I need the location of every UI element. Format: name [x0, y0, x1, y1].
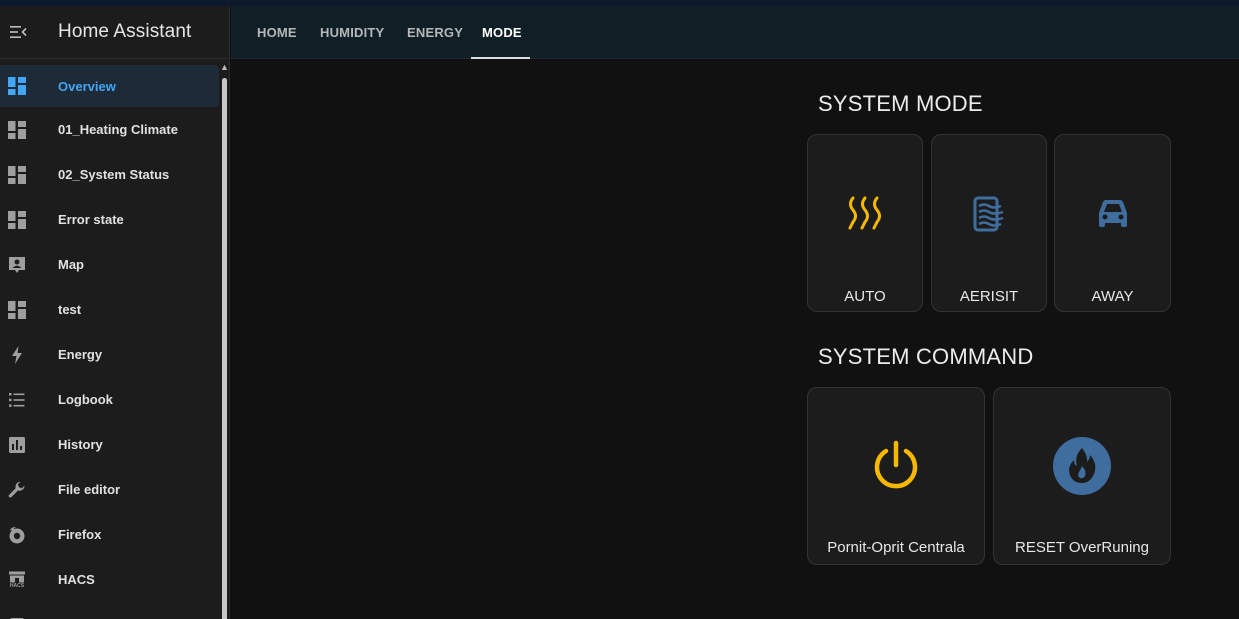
- sidebar-item-label: Map: [58, 257, 84, 272]
- sidebar-item-error-state[interactable]: Error state: [0, 197, 219, 242]
- tab-mode[interactable]: MODE: [482, 6, 522, 59]
- lightning-icon: [7, 345, 27, 365]
- hacs-icon-text: HACS: [9, 582, 25, 589]
- sidebar-item-label: HACS: [58, 572, 95, 587]
- sidebar-item-label: test: [58, 302, 82, 317]
- card-label: AWAY: [1091, 288, 1134, 305]
- sidebar-item-next-partial[interactable]: [0, 602, 219, 619]
- sidebar: Home Assistant Overview 01_Heating Clima…: [0, 6, 230, 619]
- hacs-icon: HACS: [7, 570, 27, 590]
- tab-home[interactable]: HOME: [257, 6, 297, 59]
- chevron-up-icon[interactable]: ▲: [220, 62, 229, 72]
- dashboard-icon: [7, 120, 27, 140]
- dashboard-icon: [7, 76, 27, 96]
- radiator-heat-icon: [848, 196, 881, 230]
- card-label: AERISIT: [959, 288, 1019, 305]
- sidebar-item-01-heating-climate[interactable]: 01_Heating Climate: [0, 107, 219, 152]
- menu-collapse-icon: [10, 26, 27, 38]
- dashboard-icon: [7, 165, 27, 185]
- sidebar-item-test[interactable]: test: [0, 287, 219, 332]
- media-icon: [7, 615, 27, 619]
- sidebar-item-label: Logbook: [58, 392, 113, 407]
- scroll-thumb[interactable]: [222, 78, 227, 619]
- firefox-icon: [7, 525, 27, 545]
- sidebar-item-label: File editor: [58, 482, 121, 497]
- sidebar-item-map[interactable]: Map: [0, 242, 219, 287]
- app-title: Home Assistant: [58, 21, 192, 42]
- list-icon: [7, 390, 27, 410]
- power-icon: [874, 440, 918, 489]
- sidebar-item-energy[interactable]: Energy: [0, 332, 219, 377]
- system-command-title: SYSTEM COMMAND: [818, 344, 1034, 369]
- sidebar-item-label: Energy: [58, 347, 103, 362]
- card-label: AUTO: [844, 288, 886, 305]
- sidebar-item-file-editor[interactable]: File editor: [0, 467, 219, 512]
- air-filter-icon: [973, 196, 1004, 232]
- card-label: Pornit-Oprit Centrala: [827, 539, 965, 556]
- wrench-icon: [7, 480, 27, 500]
- dashboard-icon: [7, 210, 27, 230]
- sidebar-item-label: Overview: [58, 78, 116, 94]
- active-tab-indicator: [471, 57, 530, 59]
- sidebar-item-label: 01_Heating Climate: [58, 122, 178, 137]
- sidebar-item-label: Error state: [58, 212, 124, 227]
- menu-toggle-button[interactable]: [0, 6, 36, 59]
- reset-overrunning-button[interactable]: RESET OverRuning: [993, 387, 1171, 565]
- tab-energy[interactable]: ENERGY: [407, 6, 463, 59]
- tab-humidity[interactable]: HUMIDITY: [320, 6, 384, 59]
- sidebar-item-history[interactable]: History: [0, 422, 219, 467]
- sidebar-item-firefox[interactable]: Firefox: [0, 512, 219, 557]
- system-mode-title: SYSTEM MODE: [818, 91, 983, 116]
- card-label: RESET OverRuning: [1015, 539, 1149, 556]
- sidebar-scrollbar[interactable]: ▲: [220, 62, 229, 619]
- dashboard-tab-bar: HOME HUMIDITY ENERGY MODE: [231, 6, 1239, 59]
- sidebar-item-label: Firefox: [58, 527, 102, 542]
- mode-auto-button[interactable]: AUTO: [807, 134, 923, 312]
- sidebar-item-02-system-status[interactable]: 02_System Status: [0, 152, 219, 197]
- sidebar-item-logbook[interactable]: Logbook: [0, 377, 219, 422]
- sidebar-item-label: History: [58, 437, 103, 452]
- sidebar-header: Home Assistant: [0, 6, 229, 59]
- mode-aerisit-button[interactable]: AERISIT: [931, 134, 1047, 312]
- sidebar-item-hacs[interactable]: HACS HACS: [0, 557, 219, 602]
- sidebar-nav: Overview 01_Heating Climate 02_System St…: [0, 62, 219, 619]
- bar-chart-icon: [7, 435, 27, 455]
- map-person-icon: [7, 255, 27, 275]
- dashboard-icon: [7, 300, 27, 320]
- sidebar-item-overview[interactable]: Overview: [0, 65, 219, 107]
- power-toggle-button[interactable]: Pornit-Oprit Centrala: [807, 387, 985, 565]
- dashboard-view: SYSTEM MODE AUTO AERISIT AWAY SYSTEM COM…: [231, 60, 1239, 619]
- mode-away-button[interactable]: AWAY: [1054, 134, 1171, 312]
- fire-circle-icon: [1053, 437, 1111, 495]
- sidebar-item-label: 02_System Status: [58, 167, 170, 182]
- car-icon: [1098, 200, 1127, 227]
